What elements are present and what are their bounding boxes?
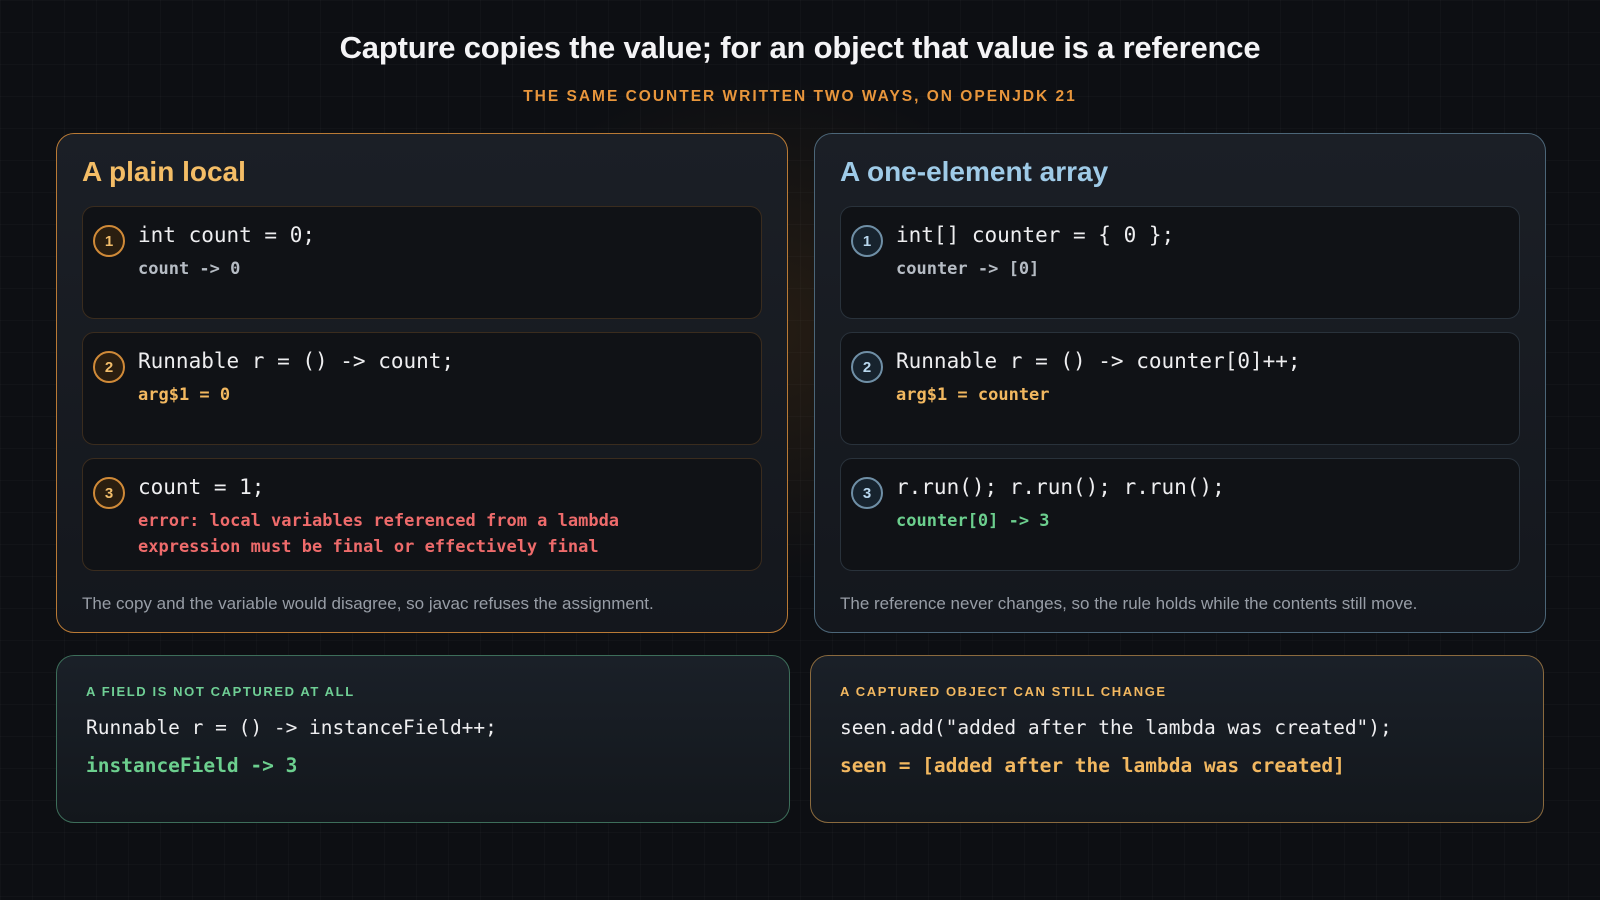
step-code: int count = 0; [138,223,316,247]
step-result: counter[0] -> 3 [896,511,1050,531]
page-subtitle: THE SAME COUNTER WRITTEN TWO WAYS, ON OP… [523,88,1077,105]
note-code: Runnable r = () -> instanceField++; [86,716,497,739]
step-result: count -> 0 [138,259,241,279]
one-element-array-panel: A one-element array 1 int[] counter = { … [814,133,1546,633]
step-card: 3 r.run(); r.run(); r.run(); counter[0] … [840,458,1520,571]
step-number-badge: 2 [93,351,125,383]
step-card: 3 count = 1; error: local variables refe… [82,458,762,571]
step-card: 1 int[] counter = { 0 }; counter -> [0] [840,206,1520,319]
note-result: instanceField -> 3 [86,754,298,777]
step-number-badge: 2 [851,351,883,383]
step-card: 1 int count = 0; count -> 0 [82,206,762,319]
panel-caption: The reference never changes, so the rule… [840,594,1418,613]
step-code: Runnable r = () -> count; [138,349,455,373]
step-code: r.run(); r.run(); r.run(); [896,475,1225,499]
note-label: A FIELD IS NOT CAPTURED AT ALL [86,684,355,699]
step-number-badge: 3 [93,477,125,509]
note-label: A CAPTURED OBJECT CAN STILL CHANGE [840,684,1167,699]
panel-caption: The copy and the variable would disagree… [82,594,654,613]
step-card: 2 Runnable r = () -> counter[0]++; arg$1… [840,332,1520,445]
step-code: int[] counter = { 0 }; [896,223,1175,247]
step-card: 2 Runnable r = () -> count; arg$1 = 0 [82,332,762,445]
page-title: Capture copies the value; for an object … [339,30,1261,65]
step-code: count = 1; [138,475,265,499]
step-result: arg$1 = 0 [138,385,231,405]
note-result: seen = [added after the lambda was creat… [840,754,1345,777]
step-number-badge: 1 [851,225,883,257]
panel-heading: A plain local [82,156,246,187]
step-number-badge: 1 [93,225,125,257]
step-number-badge: 3 [851,477,883,509]
field-note-card: A FIELD IS NOT CAPTURED AT ALL Runnable … [56,655,790,823]
step-result: counter -> [0] [896,259,1040,279]
plain-local-panel: A plain local 1 int count = 0; count -> … [56,133,788,633]
step-code: Runnable r = () -> counter[0]++; [896,349,1301,373]
note-code: seen.add("added after the lambda was cre… [840,716,1392,739]
panel-heading: A one-element array [840,156,1109,187]
step-result: arg$1 = counter [896,385,1050,405]
captured-object-note-card: A CAPTURED OBJECT CAN STILL CHANGE seen.… [810,655,1544,823]
step-error-message: error: local variables referenced from a… [138,511,620,557]
